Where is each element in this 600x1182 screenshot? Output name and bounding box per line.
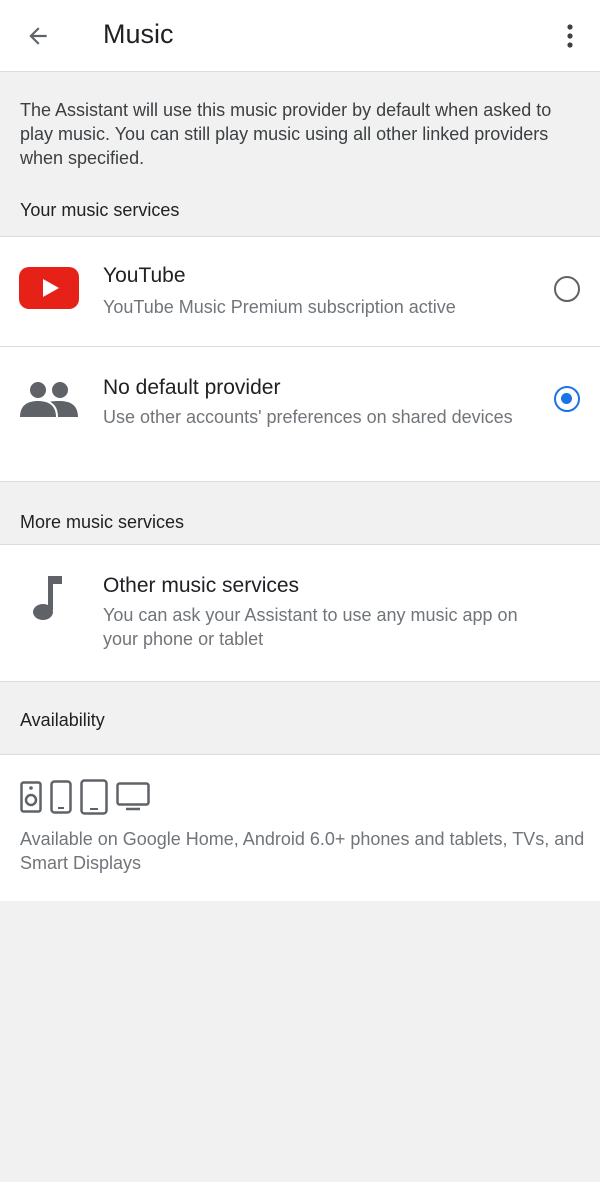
music-note-icon: [33, 576, 62, 620]
your-music-services-header: Your music services: [20, 200, 180, 220]
back-button[interactable]: [14, 12, 62, 60]
app-bar: Music: [0, 0, 600, 72]
tablet-icon: [80, 779, 108, 815]
other-music-services-row[interactable]: Other music services You can ask your As…: [0, 545, 600, 681]
availability-section: Available on Google Home, Android 6.0+ p…: [0, 755, 600, 901]
availability-band: Availability: [0, 681, 600, 755]
info-description: The Assistant will use this music provid…: [20, 100, 552, 168]
provider-subtitle: Use other accounts' preferences on share…: [103, 407, 513, 427]
more-services-band: More music services: [0, 481, 600, 545]
speaker-icon: [20, 781, 42, 813]
no-default-radio-button[interactable]: [554, 386, 580, 412]
more-vert-icon: [567, 24, 573, 48]
more-options-button[interactable]: [548, 12, 592, 60]
other-services-title: Other music services: [103, 574, 300, 597]
info-section: The Assistant will use this music provid…: [0, 72, 600, 236]
availability-header: Availability: [20, 710, 105, 730]
arrow-back-icon: [29, 27, 47, 45]
people-icon: [20, 382, 78, 417]
more-music-services-header: More music services: [20, 512, 185, 532]
youtube-radio-button[interactable]: [554, 276, 580, 302]
other-services-subtitle: You can ask your Assistant to use any mu…: [103, 605, 518, 649]
youtube-logo-icon: [19, 267, 79, 309]
provider-row-no-default[interactable]: No default provider Use other accounts' …: [0, 347, 600, 481]
provider-title: YouTube: [103, 264, 186, 287]
empty-background: [0, 901, 600, 1182]
availability-description: Available on Google Home, Android 6.0+ p…: [20, 829, 585, 873]
provider-row-youtube[interactable]: YouTube YouTube Music Premium subscripti…: [0, 236, 600, 347]
tv-icon: [116, 782, 150, 811]
device-icons: [20, 779, 150, 815]
phone-icon: [50, 780, 72, 814]
page-title: Music: [103, 19, 174, 49]
provider-title: No default provider: [103, 376, 281, 399]
provider-subtitle: YouTube Music Premium subscription activ…: [103, 297, 456, 317]
